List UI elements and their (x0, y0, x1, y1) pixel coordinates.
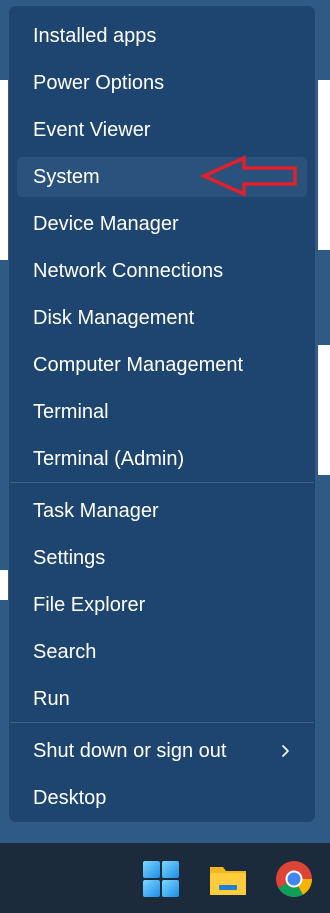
menu-item-power-options[interactable]: Power Options (17, 63, 307, 103)
menu-divider (10, 482, 314, 483)
menu-item-disk-management[interactable]: Disk Management (17, 298, 307, 338)
menu-item-label: Device Manager (33, 212, 179, 235)
menu-item-shut-down[interactable]: Shut down or sign out (17, 731, 307, 771)
file-explorer-icon[interactable] (208, 859, 248, 899)
menu-item-label: Desktop (33, 786, 107, 809)
desktop-window-edge-right-2 (318, 345, 330, 475)
menu-item-event-viewer[interactable]: Event Viewer (17, 110, 307, 150)
menu-item-label: Network Connections (33, 259, 224, 282)
menu-item-device-manager[interactable]: Device Manager (17, 204, 307, 244)
menu-item-settings[interactable]: Settings (17, 538, 307, 578)
menu-item-label: Event Viewer (33, 118, 151, 141)
menu-item-network-connections[interactable]: Network Connections (17, 251, 307, 291)
menu-item-label: File Explorer (33, 593, 146, 616)
menu-item-label: System (33, 165, 100, 188)
menu-item-terminal[interactable]: Terminal (17, 392, 307, 432)
menu-item-label: Disk Management (33, 306, 195, 329)
menu-item-file-explorer[interactable]: File Explorer (17, 585, 307, 625)
menu-item-label: Computer Management (33, 353, 244, 376)
menu-item-search[interactable]: Search (17, 632, 307, 672)
menu-item-task-manager[interactable]: Task Manager (17, 491, 307, 531)
chrome-icon[interactable] (274, 859, 314, 899)
menu-item-label: Task Manager (33, 499, 159, 522)
menu-item-label: Search (33, 640, 97, 663)
menu-item-label: Run (33, 687, 70, 710)
menu-item-installed-apps[interactable]: Installed apps (17, 16, 307, 56)
menu-item-label: Terminal (Admin) (33, 447, 185, 470)
menu-item-label: Installed apps (33, 24, 157, 47)
menu-item-computer-management[interactable]: Computer Management (17, 345, 307, 385)
menu-item-label: Terminal (33, 400, 109, 423)
menu-item-desktop[interactable]: Desktop (17, 778, 307, 818)
menu-item-run[interactable]: Run (17, 679, 307, 719)
desktop-window-edge-right (318, 80, 330, 250)
menu-item-label: Settings (33, 546, 106, 569)
menu-divider (10, 722, 314, 723)
menu-item-label: Power Options (33, 71, 165, 94)
windows-start-icon[interactable] (141, 859, 181, 899)
red-arrow-annotation-icon (200, 155, 297, 197)
menu-item-terminal-admin[interactable]: Terminal (Admin) (17, 439, 307, 479)
quick-link-menu: Installed apps Power Options Event Viewe… (8, 5, 316, 823)
menu-item-label: Shut down or sign out (33, 739, 227, 762)
chevron-right-icon (282, 745, 289, 757)
taskbar (0, 843, 330, 913)
